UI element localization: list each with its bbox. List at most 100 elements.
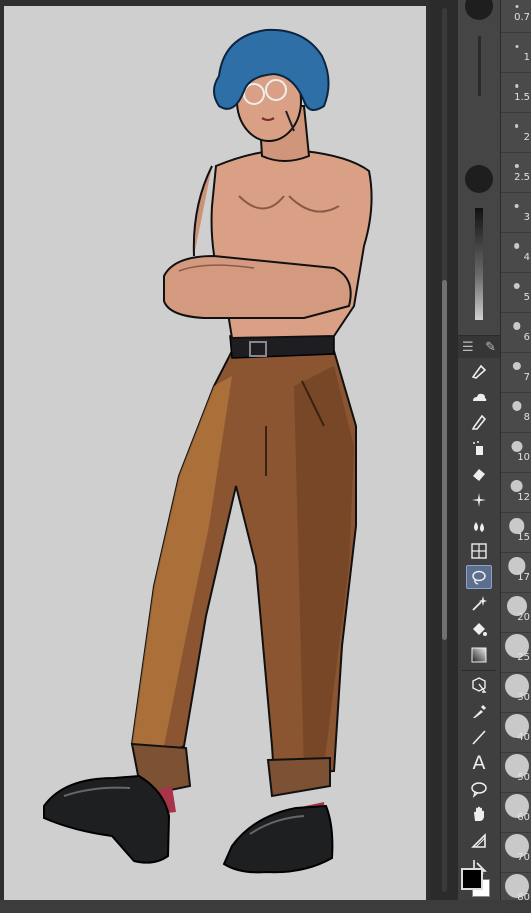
blend-tool[interactable] xyxy=(458,513,500,539)
grid-frame-icon[interactable] xyxy=(466,539,492,563)
brush-size-option[interactable]: 4 xyxy=(501,232,531,273)
foreground-color-swatch[interactable] xyxy=(461,868,483,890)
line-tool[interactable] xyxy=(458,724,500,750)
object-cursor-icon[interactable] xyxy=(466,673,492,697)
eraser-icon[interactable] xyxy=(466,462,492,486)
cloud-icon[interactable] xyxy=(466,385,492,409)
brush-size-label: 25 xyxy=(517,652,530,663)
gradient-icon[interactable] xyxy=(466,643,492,667)
brush-size-label: 80 xyxy=(517,892,530,903)
brush-size-label: 10 xyxy=(517,452,530,463)
brush-size-preview-icon xyxy=(514,163,519,169)
brush-size-option[interactable]: 15 xyxy=(501,512,531,553)
brush-size-option[interactable]: 70 xyxy=(501,832,531,873)
brush-size-option[interactable]: 2 xyxy=(501,112,531,153)
brush-size-slider[interactable] xyxy=(478,36,481,96)
canvas-vertical-scrollbar[interactable] xyxy=(430,0,458,900)
fill-tool[interactable] xyxy=(458,616,500,642)
airbrush-tool[interactable] xyxy=(458,435,500,461)
cloud-icon-svg xyxy=(473,393,487,401)
brush-size-label: 3 xyxy=(523,212,530,223)
brush-size-option[interactable]: 6 xyxy=(501,312,531,353)
ruler-triangle-icon[interactable] xyxy=(466,828,492,852)
brush-size-option[interactable]: 10 xyxy=(501,432,531,473)
object-tool[interactable] xyxy=(458,673,500,699)
object-cursor-icon-svg xyxy=(472,677,487,694)
ruler-tool[interactable] xyxy=(458,827,500,853)
brush-size-option[interactable]: 60 xyxy=(501,792,531,833)
magic-wand-tool[interactable] xyxy=(458,590,500,616)
paint-bucket-icon[interactable] xyxy=(466,617,492,641)
brush-size-option[interactable]: 1.5 xyxy=(501,72,531,113)
brush-size-option[interactable]: 20 xyxy=(501,592,531,633)
paint-bucket-icon-svg xyxy=(473,622,487,636)
airbrush-icon[interactable] xyxy=(466,436,492,460)
brush-size-preview-icon xyxy=(510,479,523,493)
brush-size-preview-icon xyxy=(514,203,519,209)
blend-drops-icon[interactable] xyxy=(466,514,492,538)
text-tool[interactable]: A xyxy=(458,750,500,776)
brush-size-label: 60 xyxy=(517,812,530,823)
brush-size-label: 5 xyxy=(523,292,530,303)
brush-size-preview-icon xyxy=(511,440,522,452)
sparkle-icon-svg xyxy=(472,492,486,507)
canvas-area[interactable] xyxy=(0,0,430,900)
brush-opacity-dot-icon[interactable] xyxy=(465,165,493,193)
brush-size-label: 6 xyxy=(523,332,530,343)
magic-wand-icon-svg xyxy=(472,596,487,611)
text-a-icon[interactable]: A xyxy=(466,751,492,775)
brush-size-option[interactable]: 7 xyxy=(501,352,531,393)
lasso-icon[interactable] xyxy=(466,565,492,590)
brush-size-option[interactable]: 12 xyxy=(501,472,531,513)
hand-tool[interactable] xyxy=(458,802,500,828)
pencil-icon[interactable] xyxy=(466,410,492,434)
eraser-tool[interactable] xyxy=(458,461,500,487)
decoration-tool[interactable] xyxy=(458,487,500,513)
brush-size-option[interactable]: 25 xyxy=(501,632,531,673)
brush-size-option[interactable]: 0.7 xyxy=(501,0,531,33)
eyedropper-icon[interactable] xyxy=(466,699,492,723)
gradient-icon-svg xyxy=(471,647,487,663)
line-icon[interactable] xyxy=(466,725,492,749)
brush-size-option[interactable]: 50 xyxy=(501,752,531,793)
hand-icon[interactable] xyxy=(466,802,492,826)
brush-size-option[interactable]: 8 xyxy=(501,392,531,433)
balloon-tool[interactable] xyxy=(458,776,500,802)
drawing-paper[interactable] xyxy=(4,6,426,900)
brush-size-label: 15 xyxy=(517,532,530,543)
brush-size-option[interactable]: 1 xyxy=(501,32,531,73)
brush-size-dot-icon[interactable] xyxy=(465,0,493,20)
sparkle-icon[interactable] xyxy=(466,488,492,512)
magic-wand-icon[interactable] xyxy=(466,591,492,615)
brush-size-label: 2.5 xyxy=(514,172,530,183)
gradient-tool[interactable] xyxy=(458,642,500,668)
pen-tool[interactable] xyxy=(458,358,500,384)
cloud-tool[interactable] xyxy=(458,384,500,410)
brush-size-list: 0.7 1 1.5 2 2.5 3 4 5 6 7 8 10 12 15 17 20 25 30 40 50 60 70 8… xyxy=(500,0,531,913)
speech-balloon-icon[interactable] xyxy=(466,777,492,801)
brush-size-label: 1 xyxy=(523,52,530,63)
brush-size-preview-icon xyxy=(513,282,520,290)
brush-size-option[interactable]: 5 xyxy=(501,272,531,313)
brush-size-option[interactable]: 80 xyxy=(501,872,531,913)
brush-size-option[interactable]: 3 xyxy=(501,192,531,233)
brush-size-option[interactable]: 17 xyxy=(501,552,531,593)
brush-size-option[interactable]: 2.5 xyxy=(501,152,531,193)
brush-size-label: 4 xyxy=(523,252,530,263)
eyedropper-icon-svg xyxy=(473,705,487,719)
brush-size-label: 40 xyxy=(517,732,530,743)
pencil-tool[interactable] xyxy=(458,410,500,436)
pen-nib-icon[interactable] xyxy=(466,359,492,383)
airbrush-icon-svg xyxy=(473,441,483,456)
frame-tool[interactable] xyxy=(458,539,500,565)
menu-icon[interactable]: ☰ xyxy=(462,340,474,355)
brush-opacity-slider[interactable] xyxy=(475,208,483,320)
lasso-icon-svg xyxy=(472,571,486,585)
tool-separator xyxy=(462,669,496,671)
brush-size-option[interactable]: 40 xyxy=(501,712,531,753)
scrollbar-thumb[interactable] xyxy=(442,280,447,640)
brush-size-option[interactable]: 30 xyxy=(501,672,531,713)
eyedropper-tool[interactable] xyxy=(458,698,500,724)
brush-size-preview-icon xyxy=(512,322,521,330)
lasso-select-tool[interactable] xyxy=(458,564,500,590)
